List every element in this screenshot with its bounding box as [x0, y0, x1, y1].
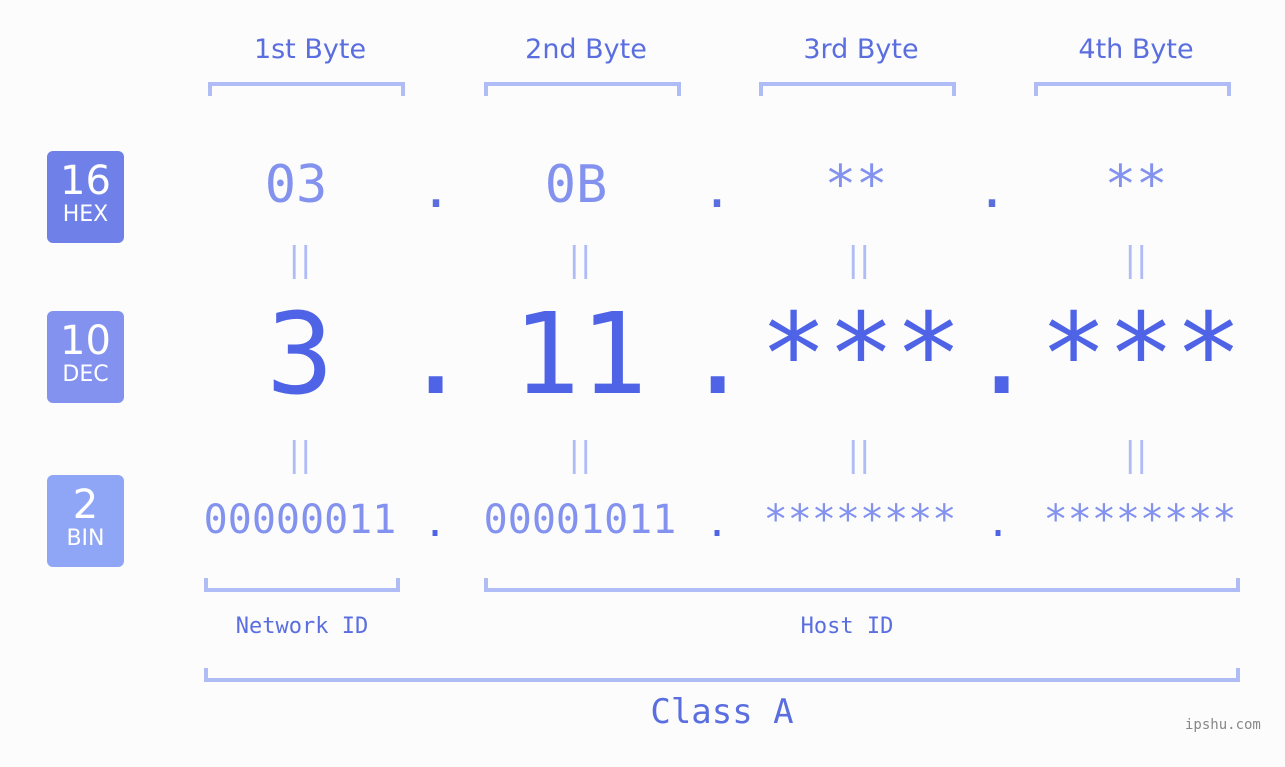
network-id-bracket: [204, 578, 400, 592]
hex-badge: 16 HEX: [47, 151, 124, 243]
byte-bracket-1: [208, 82, 405, 96]
byte-bracket-3: [759, 82, 956, 96]
dec-badge: 10 DEC: [47, 311, 124, 403]
bin-value-4: ********: [1043, 497, 1237, 543]
host-id-label: Host ID: [800, 614, 894, 639]
byte-header-1: 1st Byte: [253, 34, 367, 65]
equals-dec-bin-4: ||: [1124, 435, 1148, 475]
equals-dec-bin-2: ||: [568, 435, 592, 475]
hex-value-1: 03: [264, 155, 328, 215]
equals-hex-dec-1: ||: [288, 240, 312, 280]
hex-dot-2: .: [701, 160, 733, 220]
hex-value-4: **: [1104, 155, 1168, 215]
dec-value-4: ***: [1039, 290, 1243, 420]
hex-value-2: 0B: [544, 155, 608, 215]
byte-header-4: 4th Byte: [1078, 34, 1194, 65]
hex-dot-3: .: [976, 160, 1008, 220]
dec-value-2: 11: [512, 290, 648, 420]
dec-value-1: 3: [266, 290, 334, 420]
byte-header-2: 2nd Byte: [525, 34, 647, 65]
equals-hex-dec-4: ||: [1124, 240, 1148, 280]
hex-badge-number: 16: [60, 158, 111, 204]
network-id-label: Network ID: [235, 614, 369, 639]
host-id-bracket: [484, 578, 1240, 592]
byte-header-3: 3rd Byte: [803, 34, 919, 65]
hex-badge-label: HEX: [62, 202, 109, 227]
dec-badge-number: 10: [60, 318, 111, 364]
bin-value-2: 00001011: [483, 497, 677, 543]
equals-hex-dec-3: ||: [847, 240, 871, 280]
bin-value-1: 00000011: [203, 497, 397, 543]
equals-dec-bin-1: ||: [288, 435, 312, 475]
byte-bracket-2: [484, 82, 681, 96]
dec-badge-label: DEC: [62, 362, 109, 387]
bin-badge: 2 BIN: [47, 475, 124, 567]
hex-dot-1: .: [420, 160, 452, 220]
class-label: Class A: [650, 692, 794, 732]
equals-hex-dec-2: ||: [568, 240, 592, 280]
bin-value-3: ********: [763, 497, 957, 543]
equals-dec-bin-3: ||: [847, 435, 871, 475]
class-bracket: [204, 668, 1240, 682]
byte-bracket-4: [1034, 82, 1231, 96]
bin-badge-number: 2: [72, 482, 99, 528]
hex-value-3: **: [824, 155, 888, 215]
dec-value-3: ***: [759, 290, 963, 420]
bin-badge-label: BIN: [66, 526, 105, 551]
bin-dot-1: .: [422, 500, 448, 546]
brand-watermark: ipshu.com: [1185, 717, 1261, 733]
